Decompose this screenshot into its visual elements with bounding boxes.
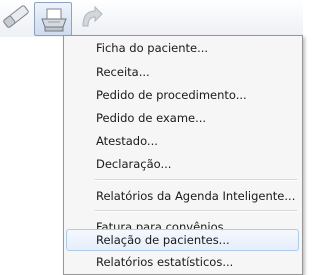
- menu-item-pedido-de-exame[interactable]: Pedido de exame...: [66, 107, 299, 129]
- menu-item-declaracao[interactable]: Declaração...: [66, 153, 299, 175]
- print-button[interactable]: [34, 2, 72, 36]
- menu-item-receita[interactable]: Receita...: [66, 61, 299, 83]
- forward-button[interactable]: [75, 2, 105, 36]
- toolbar: [0, 0, 303, 37]
- menu-separator: [95, 210, 297, 212]
- menu-item-ficha-do-paciente[interactable]: Ficha do paciente...: [66, 37, 299, 59]
- menu-item-label: Relatórios da Agenda Inteligente...: [96, 189, 296, 203]
- menu-item-atestado[interactable]: Atestado...: [66, 130, 299, 152]
- printer-icon: [41, 8, 67, 32]
- menu-item-relatorios-estatisticos[interactable]: Relatórios estatísticos...: [66, 251, 299, 273]
- menu-item-label: Relação de pacientes...: [96, 233, 230, 247]
- print-dropdown-menu: Ficha do paciente... Receita... Pedido d…: [63, 35, 303, 275]
- menu-item-label: Declaração...: [96, 157, 172, 171]
- eraser-button[interactable]: [0, 2, 34, 36]
- menu-item-label: Atestado...: [96, 134, 158, 148]
- menu-item-label: Receita...: [96, 65, 150, 79]
- menu-item-pedido-de-procedimento[interactable]: Pedido de procedimento...: [66, 84, 299, 106]
- menu-item-label: Relatórios estatísticos...: [96, 255, 234, 269]
- menu-item-relatorios-agenda-inteligente[interactable]: Relatórios da Agenda Inteligente...: [66, 185, 299, 207]
- menu-item-label: Pedido de exame...: [96, 111, 207, 125]
- eraser-icon: [3, 5, 29, 28]
- forward-arrow-icon: [82, 5, 103, 27]
- menu-separator: [95, 179, 297, 181]
- menu-item-label: Pedido de procedimento...: [96, 88, 247, 102]
- menu-item-relacao-de-pacientes[interactable]: Relação de pacientes...: [66, 229, 299, 251]
- menu-item-label: Ficha do paciente...: [96, 41, 209, 55]
